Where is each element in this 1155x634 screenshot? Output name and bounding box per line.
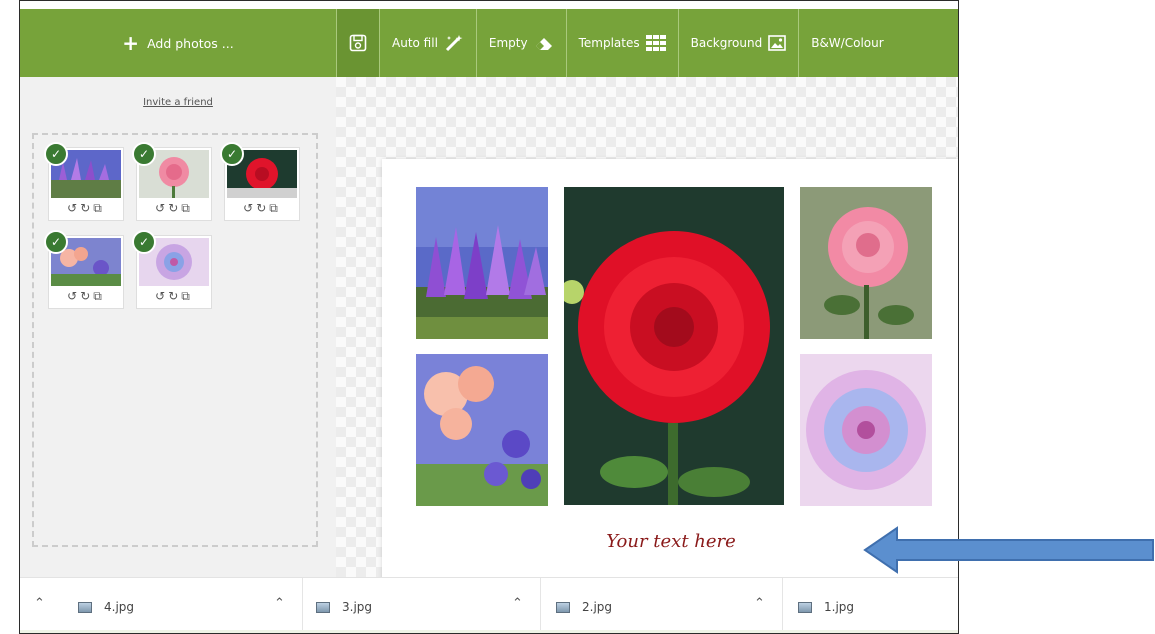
download-filename: 1.jpg [824, 600, 855, 614]
selected-check-icon: ✓ [132, 142, 156, 166]
thumbnail-controls: ↺↻⧉ [225, 201, 299, 216]
primrose-image [416, 354, 548, 506]
selected-check-icon: ✓ [132, 230, 156, 254]
thumbnail-controls: ↺↻⧉ [49, 289, 123, 304]
background-button[interactable]: Background [677, 9, 799, 77]
crop-icon[interactable]: ⧉ [181, 289, 193, 303]
pink-rose-image [800, 187, 932, 339]
crop-icon[interactable]: ⧉ [93, 201, 105, 215]
rotate-left-icon[interactable]: ↺ [67, 289, 80, 303]
selected-check-icon: ✓ [220, 142, 244, 166]
save-icon [349, 34, 367, 52]
rotate-right-icon[interactable]: ↻ [80, 289, 93, 303]
background-label: Background [690, 36, 763, 50]
plus-icon: + [122, 31, 140, 55]
download-divider [782, 578, 783, 630]
selected-check-icon: ✓ [44, 142, 68, 166]
chevron-up-icon[interactable]: ⌃ [274, 596, 285, 611]
collage-photo-crocus[interactable] [416, 187, 548, 339]
image-file-icon [78, 601, 92, 613]
chevron-up-icon[interactable]: ⌃ [754, 596, 765, 611]
annotation-arrow-icon [863, 526, 1154, 574]
bw-colour-label: B&W/Colour [811, 36, 884, 50]
download-item[interactable]: 1.jpg [798, 594, 854, 620]
magic-wand-icon [445, 35, 463, 52]
empty-label: Empty [488, 36, 528, 50]
image-file-icon [556, 601, 570, 613]
crop-icon[interactable]: ⧉ [93, 289, 105, 303]
photo-dropzone[interactable]: ✓ ↺↻⧉ ✓ ↺↻⧉ ✓ ↺↻⧉ ✓ ↺↻⧉ ✓ ↺↻⧉ [32, 133, 318, 547]
download-item[interactable]: 4.jpg [78, 594, 134, 620]
downloads-bar: ⌃ 4.jpg ⌃ 3.jpg ⌃ 2.jpg ⌃ 1.jpg [20, 577, 958, 633]
rotate-left-icon[interactable]: ↺ [155, 289, 168, 303]
collage-photo-primrose[interactable] [416, 354, 548, 506]
bw-colour-button[interactable]: B&W/Colour [798, 9, 895, 77]
download-divider [540, 578, 541, 630]
rotate-right-icon[interactable]: ↻ [80, 201, 93, 215]
crop-icon[interactable]: ⧉ [269, 201, 281, 215]
image-icon [768, 35, 787, 51]
image-file-icon [798, 601, 812, 613]
app-window: + Add photos ... Auto fill Empty Templat… [19, 0, 959, 634]
download-item[interactable]: 3.jpg [316, 594, 372, 620]
templates-button[interactable]: Templates [565, 9, 678, 77]
auto-fill-button[interactable]: Auto fill [379, 9, 476, 77]
image-file-icon [316, 601, 330, 613]
invite-friend-link[interactable]: Invite a friend [20, 97, 336, 108]
collage-photo-rose[interactable] [800, 187, 932, 339]
photo-thumbnail[interactable]: ✓ ↺↻⧉ [132, 230, 212, 309]
empty-button[interactable]: Empty [475, 9, 566, 77]
blue-dahlia-image [800, 354, 932, 506]
eraser-icon [535, 38, 552, 50]
rotate-right-icon[interactable]: ↻ [256, 201, 269, 215]
collage-photo-blue-dahlia[interactable] [800, 354, 932, 506]
grid-icon [645, 35, 666, 51]
rotate-left-icon[interactable]: ↺ [155, 201, 168, 215]
download-divider [302, 578, 303, 630]
crop-icon[interactable]: ⧉ [181, 201, 193, 215]
photo-thumbnail[interactable]: ✓ ↺↻⧉ [44, 230, 124, 309]
download-filename: 4.jpg [104, 600, 135, 614]
chevron-up-icon[interactable]: ⌃ [512, 596, 523, 611]
thumbnail-controls: ↺↻⧉ [137, 201, 211, 216]
selected-check-icon: ✓ [44, 230, 68, 254]
chevron-up-icon[interactable]: ⌃ [34, 596, 45, 611]
auto-fill-label: Auto fill [392, 36, 438, 50]
photo-thumbnail[interactable]: ✓ ↺↻⧉ [220, 142, 300, 221]
bottom-strip [20, 630, 958, 633]
add-photos-button[interactable]: + Add photos ... [20, 9, 336, 77]
add-photos-label: Add photos ... [147, 35, 234, 51]
save-button[interactable] [336, 9, 379, 77]
thumbnail-controls: ↺↻⧉ [49, 201, 123, 216]
thumbnail-controls: ↺↻⧉ [137, 289, 211, 304]
templates-label: Templates [578, 36, 640, 50]
download-item[interactable]: 2.jpg [556, 594, 612, 620]
rotate-left-icon[interactable]: ↺ [67, 201, 80, 215]
crocus-image [416, 187, 548, 339]
download-filename: 2.jpg [582, 600, 613, 614]
rotate-right-icon[interactable]: ↻ [168, 201, 181, 215]
download-filename: 3.jpg [342, 600, 373, 614]
photo-thumbnail[interactable]: ✓ ↺↻⧉ [132, 142, 212, 221]
collage-photo-dahlia[interactable] [564, 187, 784, 505]
main-toolbar: + Add photos ... Auto fill Empty Templat… [20, 9, 958, 77]
collage-canvas-area: Your text here [336, 77, 958, 589]
photo-thumbnail[interactable]: ✓ ↺↻⧉ [44, 142, 124, 221]
rotate-right-icon[interactable]: ↻ [168, 289, 181, 303]
rotate-left-icon[interactable]: ↺ [243, 201, 256, 215]
photo-sidebar: Invite a friend ✓ ↺↻⧉ ✓ ↺↻⧉ ✓ ↺↻⧉ ✓ ↺↻⧉ … [20, 77, 336, 577]
red-dahlia-image [564, 187, 784, 505]
